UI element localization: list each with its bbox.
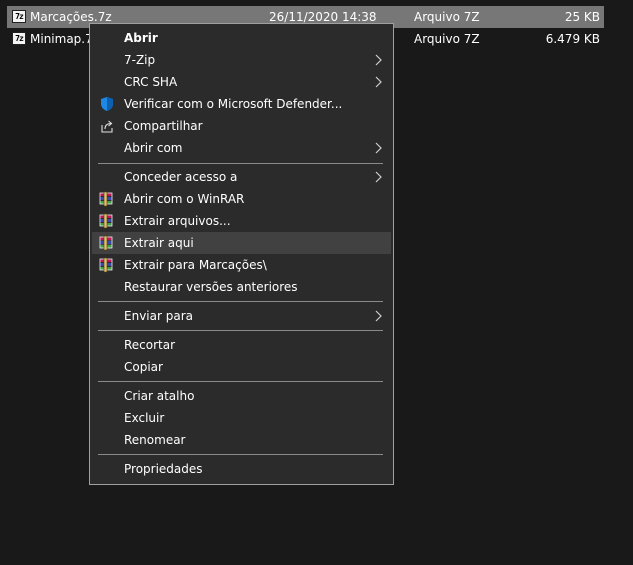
menu-separator (98, 381, 383, 382)
7z-file-icon: 7z (12, 32, 26, 45)
menu-item-label: Conceder acesso a (124, 170, 238, 184)
file-date: 26/11/2020 14:38 (269, 10, 377, 24)
menu-item-cut[interactable]: Recortar (92, 334, 391, 356)
menu-item-7zip[interactable]: 7-Zip (92, 49, 391, 71)
menu-item-label: CRC SHA (124, 75, 178, 89)
chevron-right-icon (375, 310, 383, 322)
menu-item-label: Extrair para Marcações\ (124, 258, 267, 272)
chevron-right-icon (375, 142, 383, 154)
menu-item-label: Extrair aqui (124, 236, 194, 250)
menu-item-label: Verificar com o Microsoft Defender... (124, 97, 343, 111)
share-icon (101, 120, 113, 133)
menu-item-defender[interactable]: Verificar com o Microsoft Defender... (92, 93, 391, 115)
menu-item-crc-sha[interactable]: CRC SHA (92, 71, 391, 93)
menu-item-label: Copiar (124, 360, 163, 374)
file-size: 6.479 KB (545, 32, 600, 46)
menu-item-open-winrar[interactable]: Abrir com o WinRAR (92, 188, 391, 210)
menu-separator (98, 163, 383, 164)
winrar-icon (99, 235, 115, 251)
menu-item-delete[interactable]: Excluir (92, 407, 391, 429)
file-type: Arquivo 7Z (414, 32, 480, 46)
chevron-right-icon (375, 54, 383, 66)
menu-item-label: Propriedades (124, 462, 203, 476)
defender-shield-icon (101, 97, 113, 111)
menu-item-rename[interactable]: Renomear (92, 429, 391, 451)
menu-item-label: Abrir com o WinRAR (124, 192, 245, 206)
menu-separator (98, 454, 383, 455)
menu-item-label: Criar atalho (124, 389, 195, 403)
context-menu: Abrir 7-Zip CRC SHA Verificar com o Micr… (89, 23, 394, 485)
chevron-right-icon (375, 171, 383, 183)
menu-item-label: Abrir com (124, 141, 183, 155)
menu-item-label: Abrir (124, 31, 158, 45)
menu-item-properties[interactable]: Propriedades (92, 458, 391, 480)
menu-item-open[interactable]: Abrir (92, 27, 391, 49)
menu-item-create-shortcut[interactable]: Criar atalho (92, 385, 391, 407)
menu-item-label: Compartilhar (124, 119, 203, 133)
menu-item-label: Recortar (124, 338, 176, 352)
file-name: Marcações.7z (30, 10, 112, 24)
menu-item-share[interactable]: Compartilhar (92, 115, 391, 137)
menu-item-label: Renomear (124, 433, 186, 447)
file-type: Arquivo 7Z (414, 10, 480, 24)
menu-item-label: Restaurar versões anteriores (124, 280, 298, 294)
chevron-right-icon (375, 76, 383, 88)
menu-item-extract-to[interactable]: Extrair para Marcações\ (92, 254, 391, 276)
menu-separator (98, 330, 383, 331)
menu-item-copy[interactable]: Copiar (92, 356, 391, 378)
winrar-icon (99, 213, 115, 229)
menu-item-extract-files[interactable]: Extrair arquivos... (92, 210, 391, 232)
menu-item-label: Extrair arquivos... (124, 214, 231, 228)
menu-item-extract-here[interactable]: Extrair aqui (92, 232, 391, 254)
winrar-icon (99, 191, 115, 207)
menu-item-label: Enviar para (124, 309, 193, 323)
menu-item-open-with[interactable]: Abrir com (92, 137, 391, 159)
7z-file-icon: 7z (12, 10, 26, 23)
menu-separator (98, 301, 383, 302)
menu-item-send-to[interactable]: Enviar para (92, 305, 391, 327)
menu-item-label: Excluir (124, 411, 165, 425)
menu-item-restore-versions[interactable]: Restaurar versões anteriores (92, 276, 391, 298)
menu-item-give-access[interactable]: Conceder acesso a (92, 166, 391, 188)
menu-item-label: 7-Zip (124, 53, 156, 67)
winrar-icon (99, 257, 115, 273)
file-size: 25 KB (564, 10, 600, 24)
